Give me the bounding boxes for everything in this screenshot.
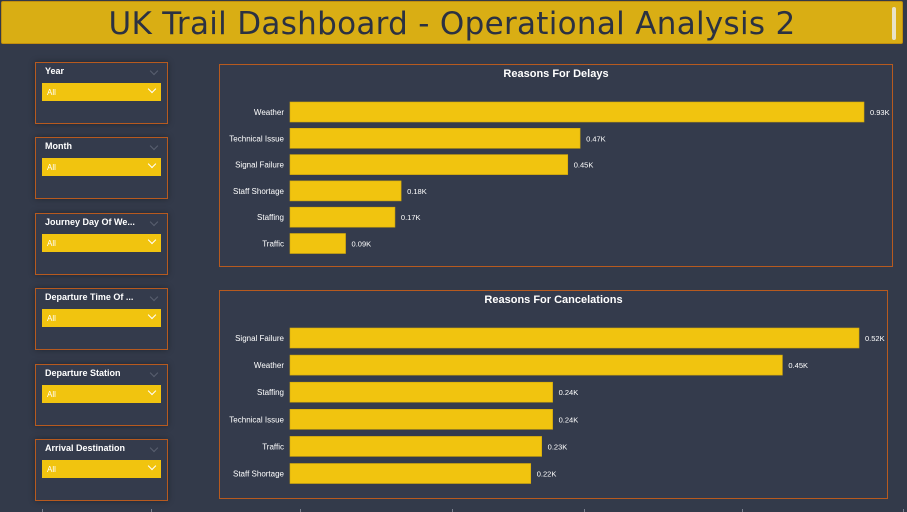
- dropdown-value: All: [47, 390, 56, 399]
- slicer-label: Journey Day Of We...: [45, 217, 135, 227]
- departure-station-dropdown[interactable]: All: [42, 385, 161, 403]
- dropdown-value: All: [47, 314, 56, 323]
- bar[interactable]: [289, 327, 860, 349]
- delays-chart[interactable]: Reasons For Delays Weather 0.93K Technical…: [219, 64, 893, 267]
- data-label: 0.24K: [559, 388, 579, 397]
- chevron-down-icon[interactable]: [149, 368, 159, 378]
- chevron-down-icon: [147, 159, 157, 169]
- data-label: 0.23K: [548, 442, 568, 451]
- journey-day-dropdown[interactable]: All: [42, 234, 161, 252]
- bar[interactable]: [289, 233, 346, 254]
- bar[interactable]: [289, 127, 581, 149]
- slicer-label: Year: [45, 66, 65, 76]
- slicer-year: Year All: [35, 62, 168, 124]
- slicer-label: Arrival Destination: [45, 443, 126, 453]
- data-label: 0.45K: [574, 161, 594, 170]
- dropdown-value: All: [47, 163, 56, 172]
- data-label: 0.24K: [559, 415, 579, 424]
- chevron-down-icon: [147, 386, 157, 396]
- category-label: Traffic: [262, 442, 284, 451]
- dashboard-header: UK Trail Dashboard - Operational Analysi…: [1, 1, 903, 44]
- bar[interactable]: [289, 409, 553, 430]
- bar[interactable]: [289, 436, 542, 457]
- chevron-down-icon: [147, 310, 157, 320]
- slicer-label: Departure Station: [45, 368, 121, 378]
- page-title: UK Trail Dashboard - Operational Analysi…: [108, 5, 796, 42]
- slicer-departure-station: Departure Station All: [35, 364, 168, 426]
- bar[interactable]: [289, 180, 402, 202]
- category-label: Traffic: [262, 240, 284, 249]
- chevron-down-icon[interactable]: [149, 141, 159, 151]
- category-label: Staff Shortage: [233, 470, 285, 479]
- slicer-arrival-destination: Arrival Destination All: [35, 439, 168, 501]
- dropdown-value: All: [47, 239, 56, 248]
- data-label: 0.47K: [586, 134, 606, 143]
- slicer-journey-day: Journey Day Of We... All: [35, 213, 168, 275]
- category-label: Weather: [254, 361, 284, 370]
- category-label: Staffing: [257, 388, 284, 397]
- data-label: 0.45K: [788, 361, 808, 370]
- cancelations-bar-chart: Signal Failure 0.52K Weather 0.45K Staffing 0…: [229, 327, 885, 484]
- bar[interactable]: [289, 463, 532, 484]
- chevron-down-icon[interactable]: [149, 66, 159, 76]
- dropdown-value: All: [47, 465, 56, 474]
- year-dropdown[interactable]: All: [42, 83, 161, 101]
- category-label: Weather: [254, 108, 284, 117]
- category-label: Technical Issue: [229, 134, 284, 143]
- category-label: Signal Failure: [235, 161, 284, 170]
- cancelations-chart[interactable]: Reasons For Cancelations Signal Failure 0…: [219, 290, 888, 499]
- chevron-down-icon: [147, 461, 157, 471]
- slicer-label: Departure Time Of ...: [45, 292, 134, 302]
- data-label: 0.18K: [407, 187, 427, 196]
- arrival-destination-dropdown[interactable]: All: [42, 460, 161, 478]
- chevron-down-icon[interactable]: [149, 292, 159, 302]
- data-label: 0.17K: [401, 213, 421, 222]
- chevron-down-icon[interactable]: [149, 217, 159, 227]
- bar[interactable]: [289, 354, 783, 376]
- bar[interactable]: [289, 206, 396, 228]
- slicer-label: Month: [45, 141, 72, 151]
- category-label: Staffing: [257, 213, 284, 222]
- dropdown-value: All: [47, 88, 56, 97]
- category-label: Technical Issue: [229, 415, 284, 424]
- departure-time-dropdown[interactable]: All: [42, 309, 161, 327]
- bar[interactable]: [289, 154, 569, 175]
- chevron-down-icon[interactable]: [149, 443, 159, 453]
- data-label: 0.22K: [537, 470, 557, 479]
- bar[interactable]: [289, 101, 865, 123]
- bar[interactable]: [289, 381, 553, 403]
- slicer-month: Month All: [35, 137, 168, 199]
- data-label: 0.09K: [352, 240, 372, 249]
- category-label: Signal Failure: [235, 334, 284, 343]
- data-label: 0.93K: [870, 108, 890, 117]
- scrollbar-handle[interactable]: [892, 7, 896, 40]
- category-label: Staff Shortage: [233, 187, 285, 196]
- chevron-down-icon: [147, 235, 157, 245]
- data-label: 0.52K: [865, 334, 885, 343]
- delays-bar-chart: Weather 0.93K Technical Issue 0.47K Signal F…: [229, 101, 890, 254]
- chevron-down-icon: [147, 84, 157, 94]
- slicer-departure-time: Departure Time Of ... All: [35, 288, 168, 350]
- month-dropdown[interactable]: All: [42, 158, 161, 176]
